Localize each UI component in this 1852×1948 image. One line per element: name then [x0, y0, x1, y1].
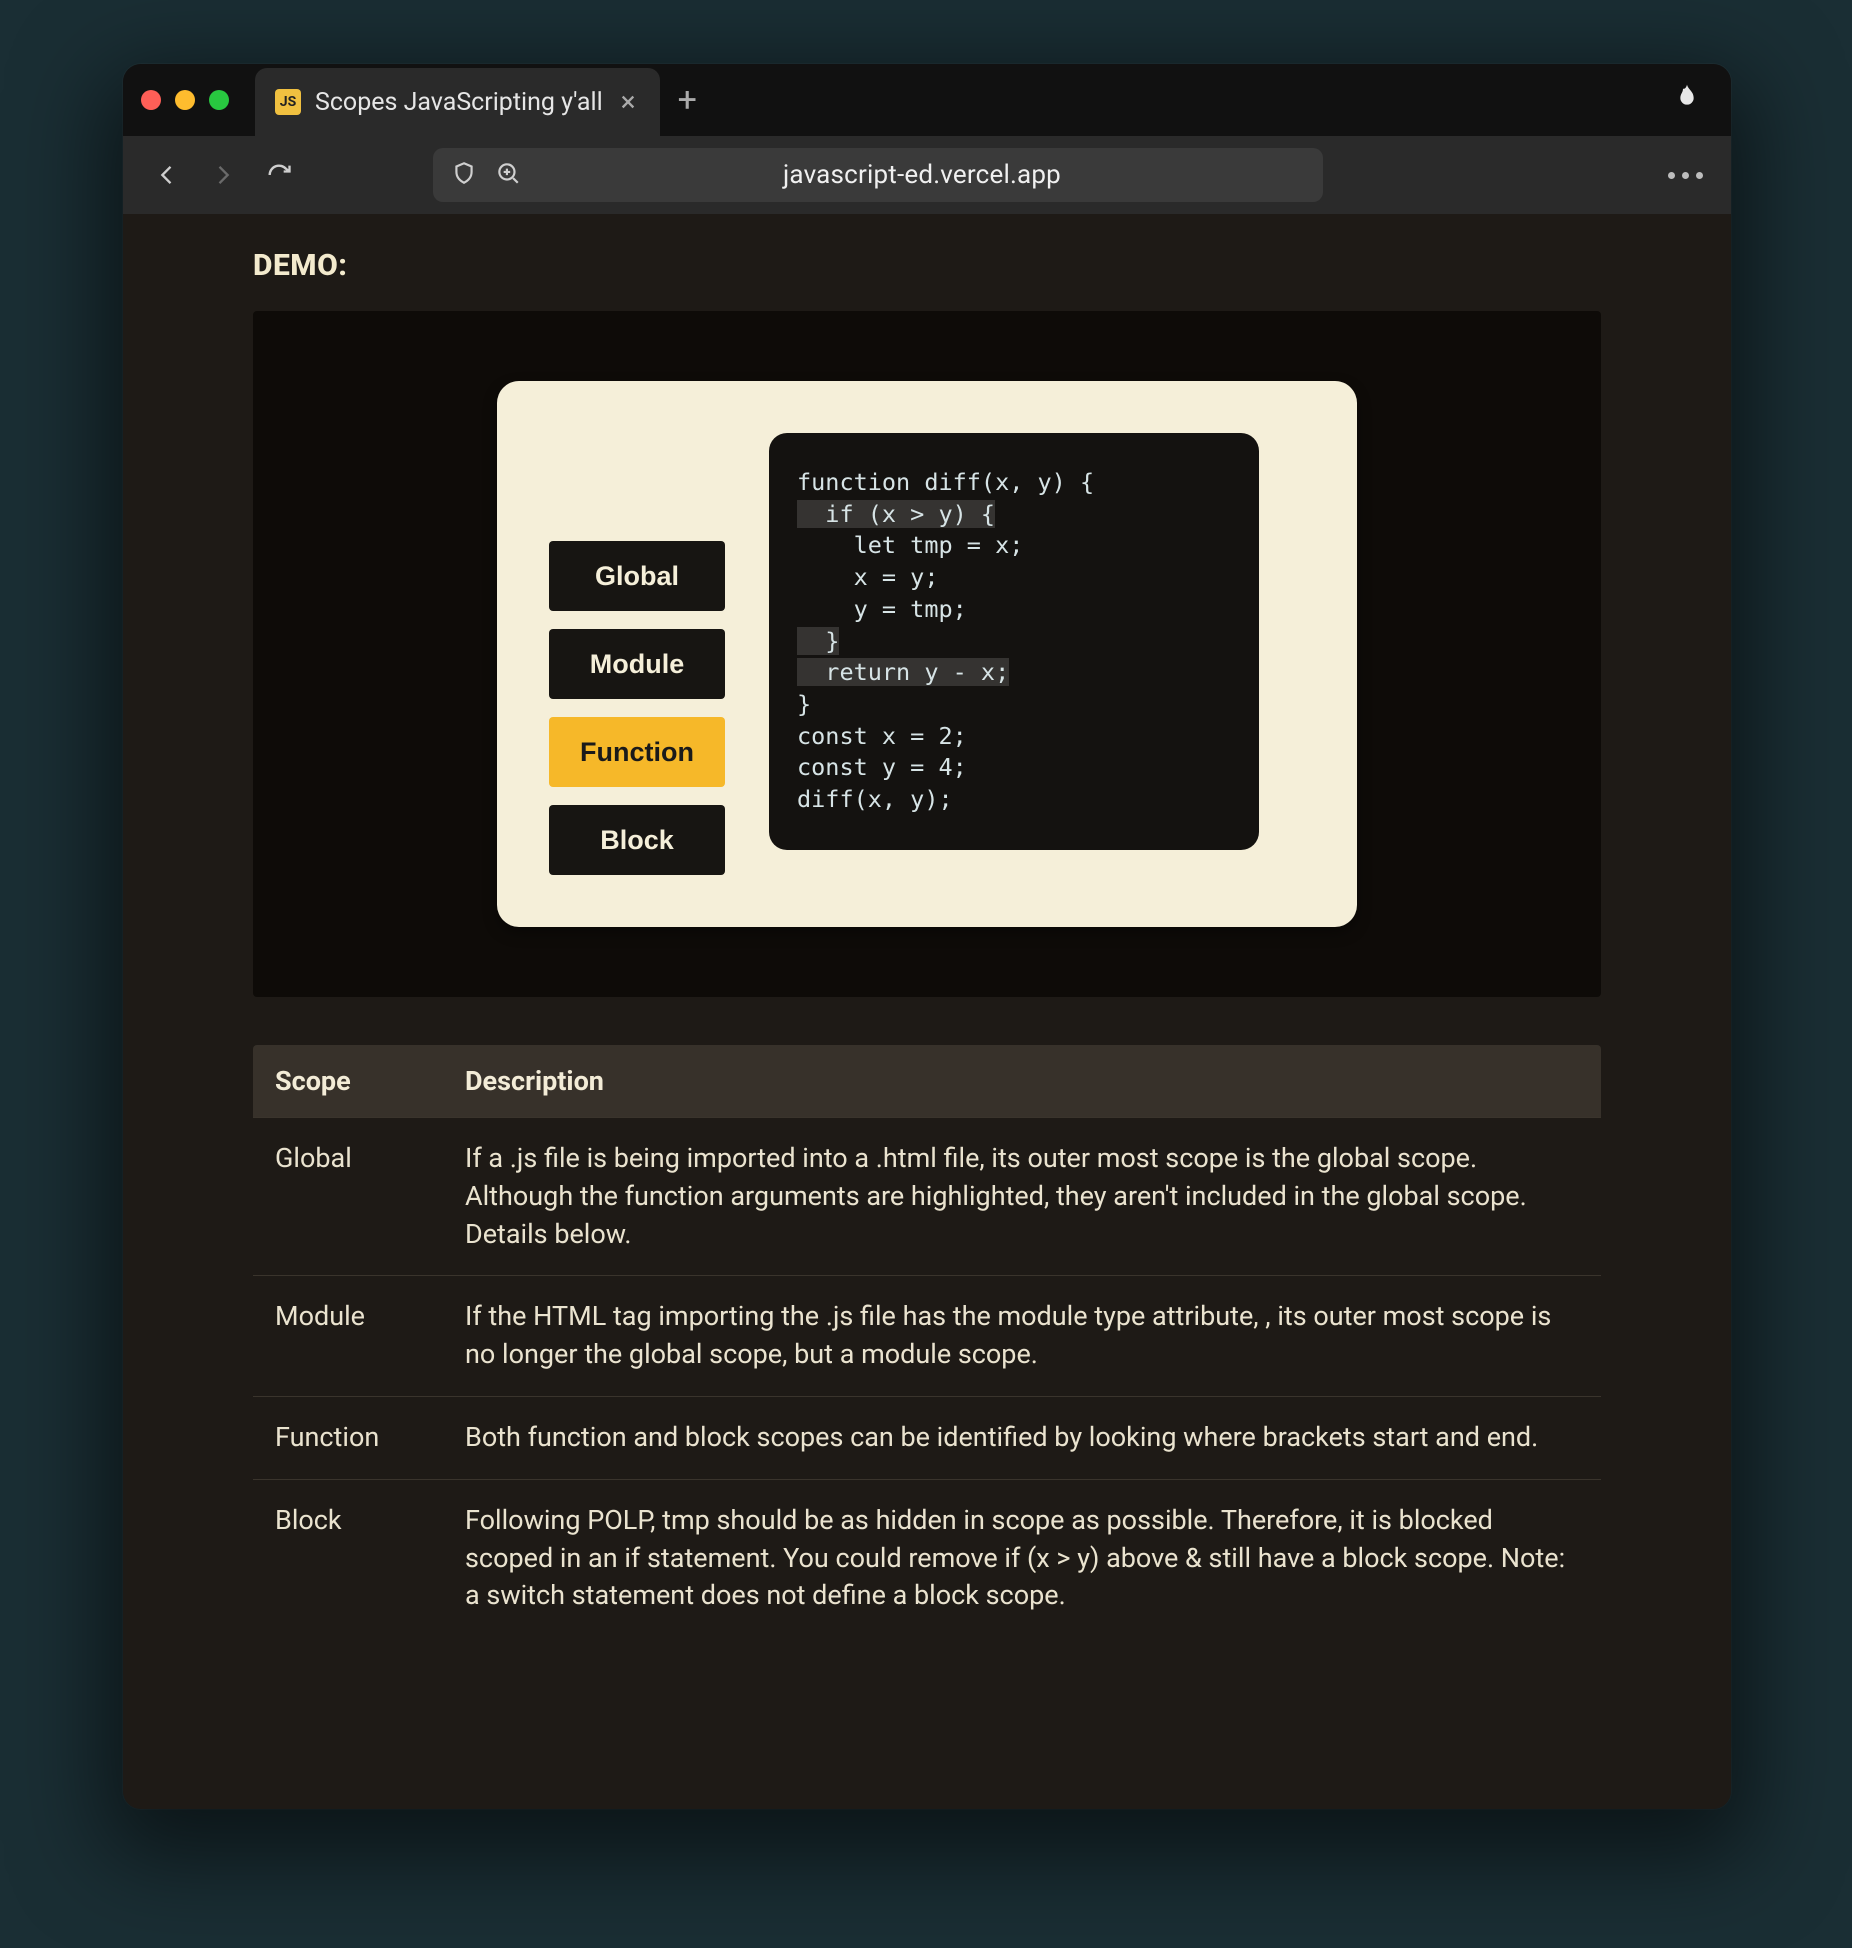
- code-line: }: [797, 626, 1231, 658]
- table-row: GlobalIf a .js file is being imported in…: [253, 1118, 1601, 1276]
- scope-button-group: Global Module Function Block: [549, 541, 725, 875]
- table-row: BlockFollowing POLP, tmp should be as hi…: [253, 1479, 1601, 1637]
- demo-card: Global Module Function Block function diff(…: [497, 381, 1357, 927]
- browser-tab[interactable]: JS Scopes JavaScripting y'all ×: [255, 68, 660, 136]
- zoom-icon[interactable]: [495, 160, 521, 190]
- code-line: const y = 4;: [797, 752, 1231, 784]
- table-row: FunctionBoth function and block scopes c…: [253, 1396, 1601, 1479]
- code-line: x = y;: [797, 562, 1231, 594]
- code-line: const x = 2;: [797, 721, 1231, 753]
- scope-button-function[interactable]: Function: [549, 717, 725, 787]
- scope-cell: Global: [253, 1118, 443, 1276]
- code-line: }: [797, 689, 1231, 721]
- nav-bar: javascript-ed.vercel.app: [123, 136, 1731, 214]
- description-cell: If the HTML tag importing the .js file h…: [443, 1276, 1601, 1397]
- description-cell: If a .js file is being imported into a .…: [443, 1118, 1601, 1276]
- url-text: javascript-ed.vercel.app: [539, 160, 1305, 190]
- code-block: function diff(x, y) { if (x > y) { let t…: [769, 433, 1259, 850]
- description-cell: Following POLP, tmp should be as hidden …: [443, 1479, 1601, 1637]
- scope-button-global[interactable]: Global: [549, 541, 725, 611]
- scope-table: Scope Description GlobalIf a .js file is…: [253, 1045, 1601, 1637]
- url-bar[interactable]: javascript-ed.vercel.app: [433, 148, 1323, 202]
- code-line: y = tmp;: [797, 594, 1231, 626]
- demo-heading: DEMO:: [253, 248, 1601, 283]
- shield-icon[interactable]: [451, 160, 477, 190]
- code-line: return y - x;: [797, 657, 1231, 689]
- window-controls: [141, 90, 229, 110]
- description-cell: Both function and block scopes can be id…: [443, 1396, 1601, 1479]
- reload-button[interactable]: [257, 153, 301, 197]
- code-line: let tmp = x;: [797, 530, 1231, 562]
- new-tab-button[interactable]: +: [678, 80, 697, 120]
- page-content: DEMO: GlobalModuleFunctionBlock function…: [123, 214, 1731, 1809]
- window-minimize-button[interactable]: [175, 90, 195, 110]
- browser-window: JS Scopes JavaScripting y'all × +: [123, 64, 1731, 1809]
- tab-title: Scopes JavaScripting y'all: [315, 88, 603, 117]
- table-header-description: Description: [443, 1045, 1601, 1118]
- table-header-scope: Scope: [253, 1045, 443, 1118]
- table-row: ModuleIf the HTML tag importing the .js …: [253, 1276, 1601, 1397]
- tab-strip: JS Scopes JavaScripting y'all × +: [123, 64, 1731, 136]
- scope-cell: Module: [253, 1276, 443, 1397]
- tab-favicon-icon: JS: [275, 89, 301, 115]
- forward-button[interactable]: [201, 153, 245, 197]
- back-button[interactable]: [145, 153, 189, 197]
- tab-close-button[interactable]: ×: [617, 88, 640, 116]
- streak-icon[interactable]: [1671, 82, 1703, 118]
- code-line: diff(x, y);: [797, 784, 1231, 816]
- window-fullscreen-button[interactable]: [209, 90, 229, 110]
- code-line: function diff(x, y) {: [797, 467, 1231, 499]
- window-close-button[interactable]: [141, 90, 161, 110]
- demo-panel: Global Module Function Block function diff(…: [253, 311, 1601, 997]
- scope-button-block[interactable]: Block: [549, 805, 725, 875]
- overflow-menu-button[interactable]: [1668, 172, 1709, 179]
- scope-cell: Block: [253, 1479, 443, 1637]
- scope-button-module[interactable]: Module: [549, 629, 725, 699]
- code-line: if (x > y) {: [797, 499, 1231, 531]
- scope-cell: Function: [253, 1396, 443, 1479]
